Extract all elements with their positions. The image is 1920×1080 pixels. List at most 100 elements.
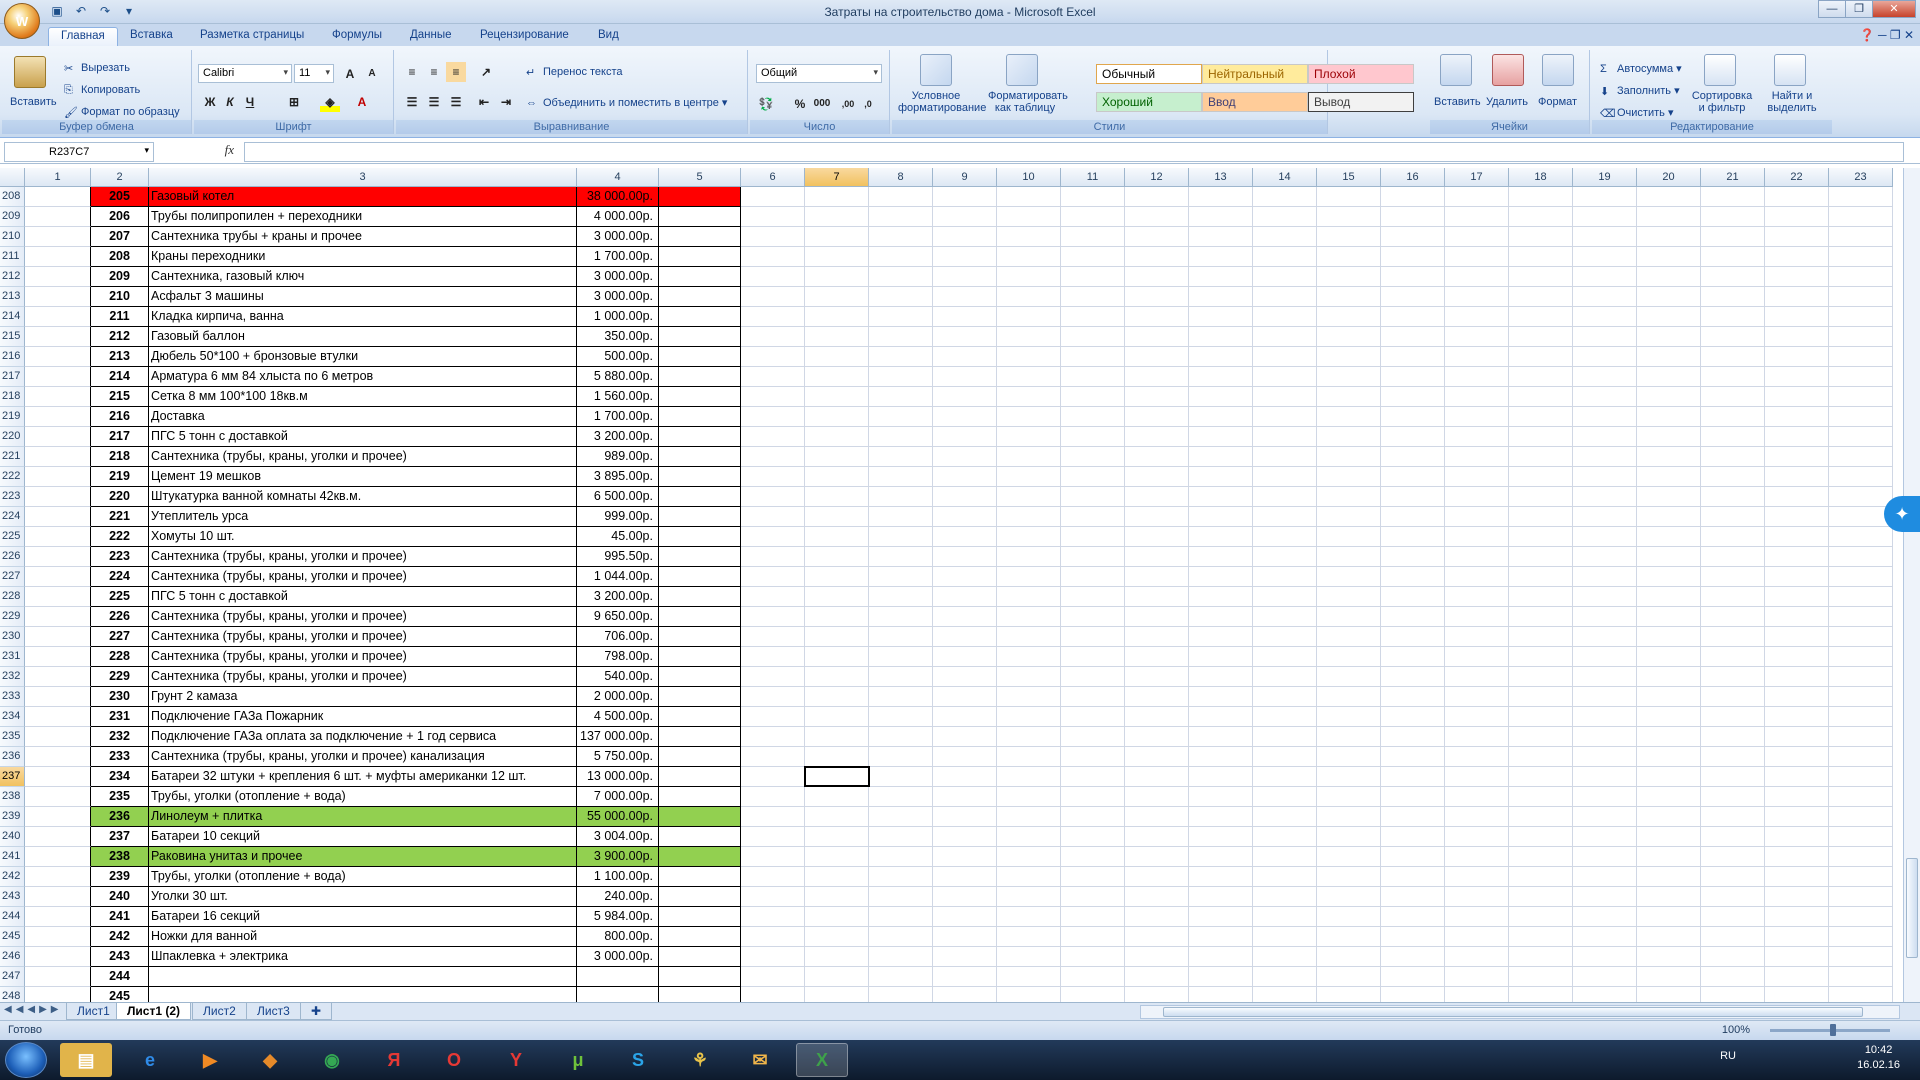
- cell[interactable]: [1317, 427, 1381, 447]
- cell[interactable]: [1445, 607, 1509, 627]
- cell[interactable]: [805, 707, 869, 727]
- cell[interactable]: [741, 367, 805, 387]
- cell[interactable]: [1189, 607, 1253, 627]
- cell[interactable]: [1189, 267, 1253, 287]
- item-number-cell[interactable]: 223: [91, 547, 149, 567]
- cell[interactable]: [1061, 747, 1125, 767]
- cell[interactable]: [997, 687, 1061, 707]
- tab-home[interactable]: Главная: [48, 27, 118, 46]
- cell[interactable]: [1381, 787, 1445, 807]
- skype-icon[interactable]: S: [612, 1043, 664, 1077]
- cell[interactable]: [1637, 767, 1701, 787]
- cell[interactable]: [1061, 367, 1125, 387]
- cell[interactable]: [1573, 787, 1637, 807]
- cell[interactable]: [741, 227, 805, 247]
- cell[interactable]: [805, 667, 869, 687]
- cell[interactable]: [869, 347, 933, 367]
- paste-button[interactable]: Вставить: [10, 96, 57, 108]
- item-number-cell[interactable]: 236: [91, 807, 149, 827]
- cell[interactable]: [741, 527, 805, 547]
- item-number-cell[interactable]: 234: [91, 767, 149, 787]
- cell[interactable]: [997, 207, 1061, 227]
- cell[interactable]: [1445, 787, 1509, 807]
- description-cell[interactable]: Дюбель 50*100 + бронзовые втулки: [149, 347, 577, 367]
- cell[interactable]: [1061, 187, 1125, 207]
- cell[interactable]: [1509, 287, 1573, 307]
- column-header[interactable]: 19: [1573, 168, 1637, 187]
- description-cell[interactable]: Цемент 19 мешков: [149, 467, 577, 487]
- cell[interactable]: [1829, 847, 1893, 867]
- cell[interactable]: [1189, 887, 1253, 907]
- cell[interactable]: [1125, 307, 1189, 327]
- cell[interactable]: [1829, 307, 1893, 327]
- cell[interactable]: [1381, 827, 1445, 847]
- cell[interactable]: [997, 327, 1061, 347]
- row-header[interactable]: 248: [0, 987, 25, 1002]
- cell[interactable]: [1829, 267, 1893, 287]
- cell[interactable]: [741, 947, 805, 967]
- cell[interactable]: [1253, 787, 1317, 807]
- cell[interactable]: [1061, 927, 1125, 947]
- empty-cell[interactable]: [659, 487, 741, 507]
- cell[interactable]: [1381, 967, 1445, 987]
- cell[interactable]: [869, 187, 933, 207]
- fx-icon[interactable]: fx: [162, 142, 242, 162]
- cell[interactable]: [1701, 547, 1765, 567]
- cell[interactable]: [1509, 827, 1573, 847]
- cell[interactable]: [1189, 507, 1253, 527]
- row-header[interactable]: 208: [0, 187, 25, 207]
- cell[interactable]: [1381, 307, 1445, 327]
- increase-decimal-icon[interactable]: ,00: [838, 94, 858, 114]
- cell[interactable]: [1829, 807, 1893, 827]
- cell[interactable]: [1765, 487, 1829, 507]
- amount-cell[interactable]: 5 880.00р.: [577, 367, 659, 387]
- empty-cell[interactable]: [659, 787, 741, 807]
- cell[interactable]: [1573, 707, 1637, 727]
- cell[interactable]: [1573, 687, 1637, 707]
- cell[interactable]: [1253, 987, 1317, 1002]
- cell[interactable]: [805, 607, 869, 627]
- empty-cell[interactable]: [659, 407, 741, 427]
- cell[interactable]: [1445, 387, 1509, 407]
- cell[interactable]: [1509, 447, 1573, 467]
- cell[interactable]: [1253, 707, 1317, 727]
- cell[interactable]: [1189, 207, 1253, 227]
- percent-button[interactable]: %: [790, 94, 810, 114]
- format-painter-button[interactable]: 🖌 Формат по образцу: [64, 106, 180, 119]
- cell[interactable]: [1637, 727, 1701, 747]
- cell[interactable]: [741, 267, 805, 287]
- cell[interactable]: [25, 387, 91, 407]
- cell[interactable]: [1317, 187, 1381, 207]
- empty-cell[interactable]: [659, 507, 741, 527]
- cell[interactable]: [1637, 407, 1701, 427]
- row-header[interactable]: 217: [0, 367, 25, 387]
- cell[interactable]: [741, 347, 805, 367]
- cell[interactable]: [1573, 747, 1637, 767]
- cell[interactable]: [1573, 607, 1637, 627]
- cell[interactable]: [997, 807, 1061, 827]
- cell[interactable]: [805, 987, 869, 1002]
- cell[interactable]: [997, 367, 1061, 387]
- cell[interactable]: [1509, 687, 1573, 707]
- cell[interactable]: [741, 507, 805, 527]
- cell[interactable]: [1445, 927, 1509, 947]
- column-header[interactable]: 8: [869, 168, 933, 187]
- row-header[interactable]: 242: [0, 867, 25, 887]
- cell[interactable]: [1445, 527, 1509, 547]
- cell[interactable]: [1317, 467, 1381, 487]
- cell[interactable]: [1829, 727, 1893, 747]
- cell[interactable]: [1829, 407, 1893, 427]
- cell[interactable]: [1253, 547, 1317, 567]
- cell[interactable]: [1765, 907, 1829, 927]
- cell[interactable]: [1317, 307, 1381, 327]
- row-header[interactable]: 232: [0, 667, 25, 687]
- yandex-browser-icon[interactable]: Y: [490, 1043, 542, 1077]
- cell[interactable]: [1829, 207, 1893, 227]
- cell[interactable]: [1061, 427, 1125, 447]
- description-cell[interactable]: Асфальт 3 машины: [149, 287, 577, 307]
- cell[interactable]: [1253, 647, 1317, 667]
- cell[interactable]: [1189, 367, 1253, 387]
- cell[interactable]: [1189, 527, 1253, 547]
- empty-cell[interactable]: [659, 347, 741, 367]
- row-header[interactable]: 237: [0, 767, 25, 787]
